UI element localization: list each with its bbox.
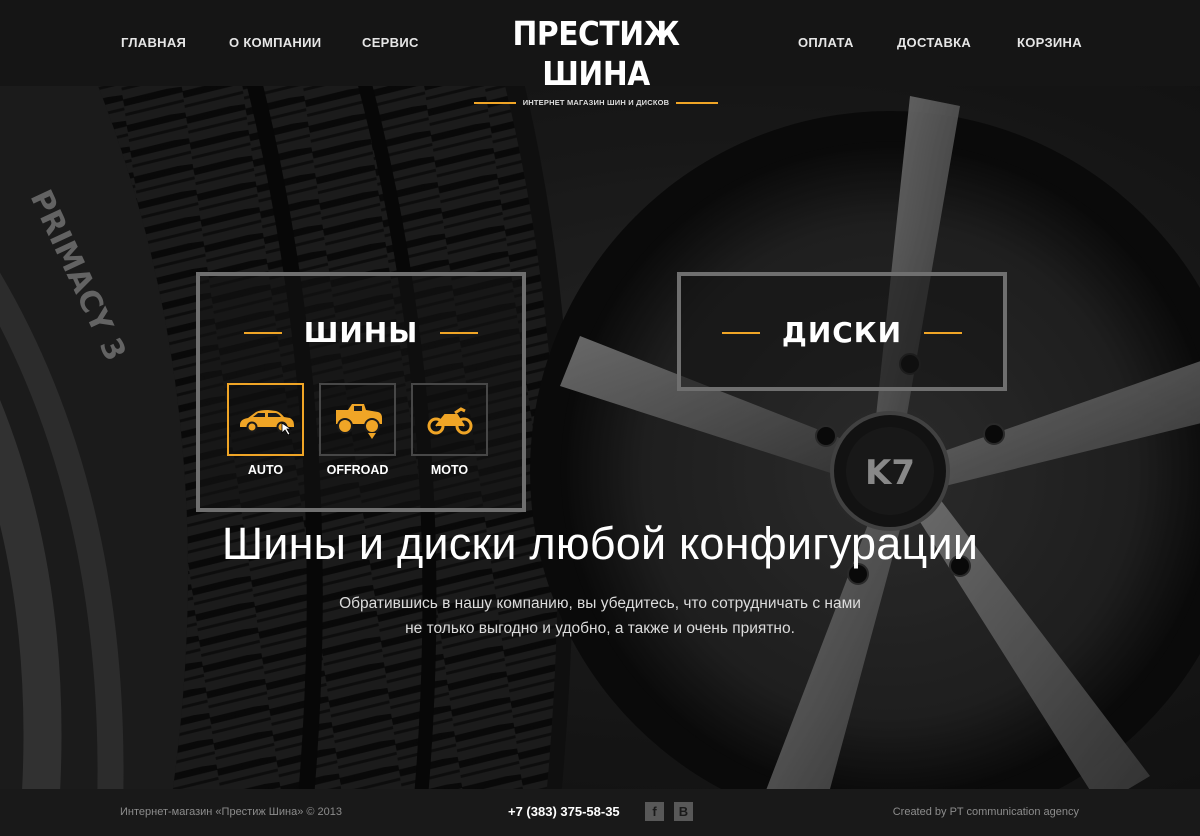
motorcycle-icon	[427, 406, 472, 434]
nav-cart[interactable]: КОРЗИНА	[1017, 35, 1082, 50]
hero-background-image: PRIMACY 3 K7	[0, 86, 1200, 789]
site-header: ГЛАВНАЯ О КОМПАНИИ СЕРВИС ПРЕСТИЖ ШИНА И…	[0, 0, 1200, 107]
title-decor-line	[721, 331, 760, 334]
category-label: AUTO	[247, 463, 284, 477]
nav-about[interactable]: О КОМПАНИИ	[229, 35, 321, 50]
category-moto[interactable]: MOTO	[411, 383, 488, 477]
logo-left-line	[473, 101, 516, 104]
category-offroad[interactable]: OFFROAD	[319, 383, 396, 477]
car-icon	[239, 409, 294, 435]
site-logo[interactable]: ПРЕСТИЖ ШИНА ИНТЕРНЕТ МАГАЗИН ШИН И ДИСК…	[470, 14, 722, 107]
category-label: OFFROAD	[326, 463, 389, 477]
copyright-text: Интернет-магазин «Престиж Шина» © 2013	[120, 806, 343, 818]
hero-section: PRIMACY 3 K7 ШИНЫ AUTO OFFROAD MOTO ДИСК…	[0, 86, 1200, 789]
tires-title[interactable]: ШИНЫ	[304, 316, 418, 349]
hero-description-line1: Обратившись в нашу компанию, вы убедитес…	[339, 595, 861, 612]
logo-title: ПРЕСТИЖ ШИНА	[512, 14, 680, 93]
hero-headline: Шины и диски любой конфигурации	[221, 518, 979, 569]
wheels-card[interactable]: ДИСКИ	[677, 272, 1007, 391]
logo-subtitle: ИНТЕРНЕТ МАГАЗИН ШИН И ДИСКОВ	[522, 98, 670, 107]
nav-delivery[interactable]: ДОСТАВКА	[897, 35, 971, 50]
wheels-title[interactable]: ДИСКИ	[782, 316, 902, 349]
hero-description: Обратившись в нашу компанию, вы убедитес…	[0, 591, 1200, 641]
title-decor-line	[924, 331, 963, 334]
nav-service[interactable]: СЕРВИС	[362, 35, 419, 50]
title-decor-line	[440, 331, 479, 334]
nav-home[interactable]: ГЛАВНАЯ	[121, 35, 186, 50]
credit-text[interactable]: Created by PT communication agency	[893, 806, 1079, 818]
phone-number[interactable]: +7 (383) 375-58-35	[508, 804, 620, 819]
tires-card: ШИНЫ AUTO OFFROAD MOTO	[196, 272, 526, 512]
offroad-truck-icon	[335, 403, 382, 439]
hero-description-line2: не только выгодно и удобно, а также и оч…	[405, 620, 795, 637]
site-footer: Интернет-магазин «Престиж Шина» © 2013 +…	[0, 789, 1200, 836]
facebook-icon[interactable]: f	[645, 802, 664, 821]
category-auto[interactable]: AUTO	[227, 383, 304, 477]
title-decor-line	[243, 331, 282, 334]
category-label: MOTO	[430, 463, 469, 477]
logo-right-line	[676, 101, 719, 104]
vkontakte-icon[interactable]: B	[674, 802, 693, 821]
nav-payment[interactable]: ОПЛАТА	[798, 35, 854, 50]
